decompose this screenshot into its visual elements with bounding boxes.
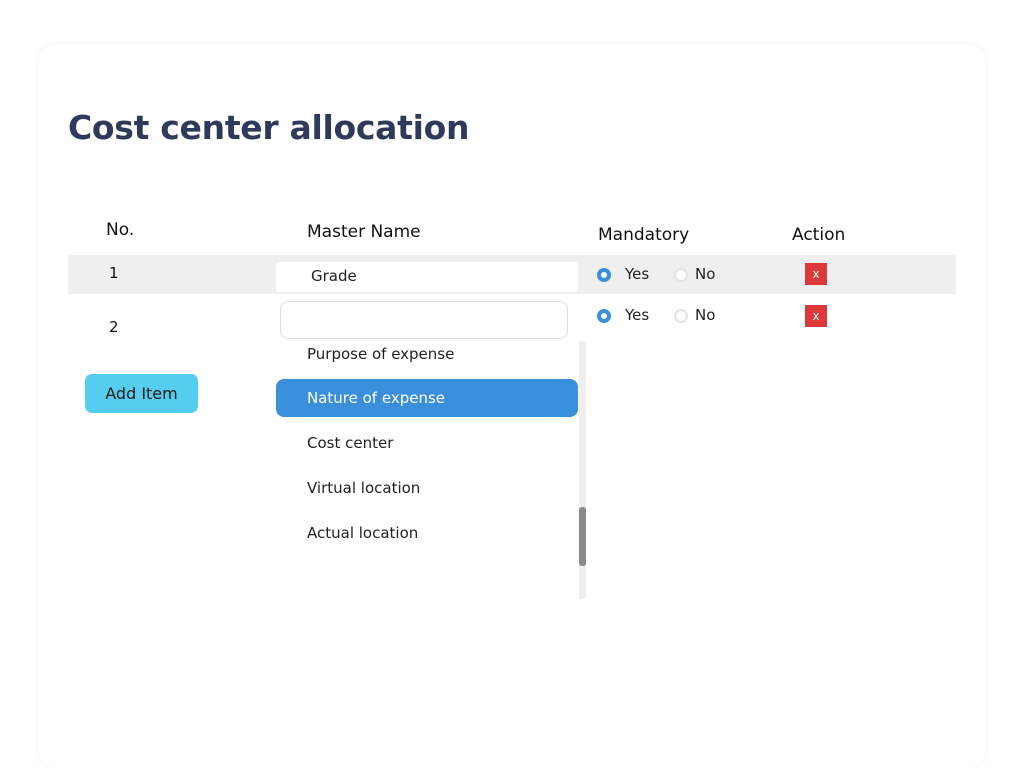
dropdown-option-selected[interactable]: Nature of expense [276, 379, 578, 417]
mandatory-no-label[interactable]: No [695, 265, 715, 283]
mandatory-yes-label[interactable]: Yes [625, 265, 649, 283]
page-title: Cost center allocation [68, 108, 470, 147]
column-header-master-name: Master Name [307, 222, 421, 242]
dropdown-option[interactable]: Cost center [276, 424, 578, 462]
delete-row-button[interactable]: x [805, 305, 827, 327]
mandatory-no-label[interactable]: No [695, 306, 715, 324]
dropdown-option[interactable]: Purpose of expense [276, 335, 578, 373]
row-number: 1 [109, 264, 119, 282]
dropdown-option[interactable]: Actual location [276, 514, 578, 552]
dropdown-scrollbar-thumb[interactable] [579, 507, 586, 566]
column-header-action: Action [792, 225, 846, 245]
master-name-value: Grade [311, 267, 357, 285]
column-header-no: No. [106, 220, 135, 240]
mandatory-yes-label[interactable]: Yes [625, 306, 649, 324]
column-header-mandatory: Mandatory [598, 225, 690, 245]
master-name-search-input[interactable] [280, 301, 568, 339]
radio-unselected-icon[interactable] [674, 309, 688, 323]
radio-unselected-icon[interactable] [674, 268, 688, 282]
add-item-button[interactable]: Add Item [85, 374, 198, 413]
radio-selected-icon[interactable] [597, 268, 611, 282]
row-number: 2 [109, 318, 119, 336]
radio-selected-icon[interactable] [597, 309, 611, 323]
master-name-dropdown-list: Purpose of expense Nature of expense Cos… [276, 341, 578, 599]
dropdown-option[interactable]: Virtual location [276, 469, 578, 507]
delete-row-button[interactable]: x [805, 263, 827, 285]
